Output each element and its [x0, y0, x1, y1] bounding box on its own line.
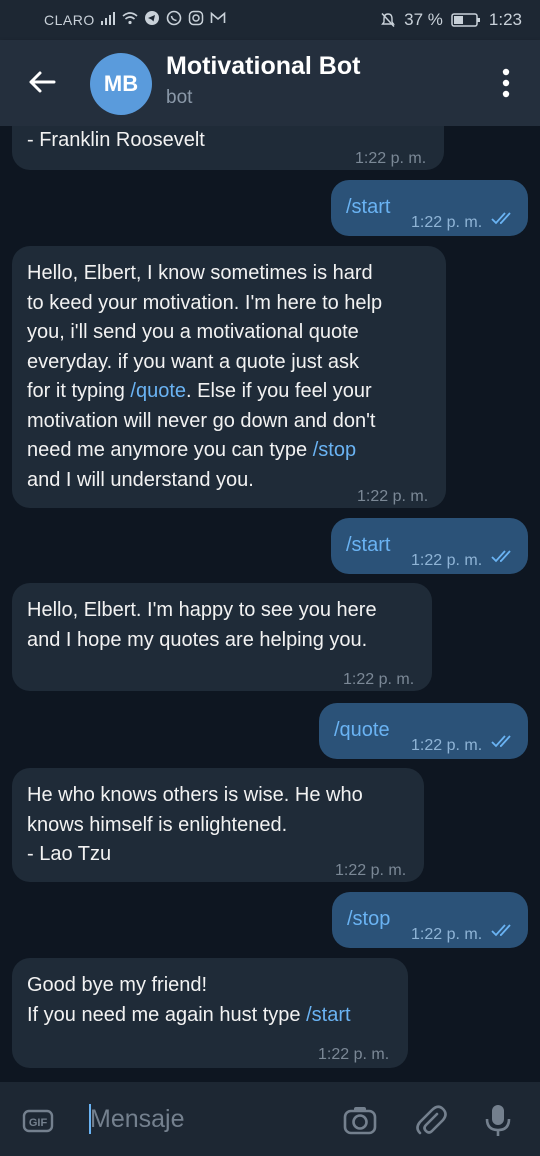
command-link-quote[interactable]: /quote: [130, 380, 186, 402]
message-time: 1:22 p. m.: [411, 552, 483, 569]
text-span: If you need me again hust type: [27, 1003, 307, 1026]
message-list[interactable]: - Franklin Roosevelt 1:22 p. m. /start 1…: [0, 126, 540, 1082]
message-time: 1:22 p. m.: [411, 737, 483, 754]
message-text[interactable]: /start: [346, 193, 390, 223]
microphone-icon[interactable]: [480, 1102, 516, 1138]
message-time: 1:22 p. m.: [355, 150, 427, 167]
svg-text:GIF: GIF: [29, 1117, 48, 1129]
whatsapp-icon: [166, 10, 182, 26]
gmail-icon: [210, 11, 226, 23]
text-line: He who knows others is wise. He who: [27, 784, 363, 806]
clock: 1:23: [488, 10, 522, 29]
text-span: for it typing: [27, 380, 131, 402]
status-right: 37 % 1:23: [380, 10, 522, 30]
message-text: Hello, Elbert, I know sometimes is hard …: [27, 259, 382, 495]
text-line: need me anymore you can type /stop: [27, 436, 382, 466]
command-link-stop[interactable]: /stop: [313, 439, 356, 461]
chat-header: MB Motivational Bot bot: [0, 40, 540, 126]
message-input-bar: GIF Mensaje: [0, 1082, 540, 1156]
carrier-label: CLARO: [44, 12, 95, 28]
message-outgoing[interactable]: /quote 1:22 p. m.: [319, 703, 528, 759]
gif-icon[interactable]: GIF: [20, 1103, 56, 1139]
status-left-icons: [100, 10, 226, 26]
text-line: for it typing /quote. Else if you feel y…: [27, 377, 382, 407]
message-incoming[interactable]: He who knows others is wise. He who know…: [12, 768, 424, 882]
text-line: Hello, Elbert, I know sometimes is hard: [27, 262, 373, 284]
message-incoming[interactable]: - Franklin Roosevelt 1:22 p. m.: [12, 126, 444, 170]
text-line: and I hope my quotes are helping you.: [27, 628, 368, 651]
battery-icon: [451, 13, 480, 27]
message-time: 1:22 p. m.: [335, 862, 407, 879]
back-arrow-icon[interactable]: [26, 66, 58, 98]
message-text[interactable]: /stop: [347, 905, 390, 935]
telegram-icon: [145, 11, 159, 25]
attach-icon[interactable]: [412, 1102, 448, 1138]
message-text[interactable]: /quote: [334, 716, 390, 746]
text-line: you, i'll send you a motivational quote: [27, 321, 359, 343]
text-line: everyday. if you want a quote just ask: [27, 350, 360, 373]
chat-title[interactable]: Motivational Bot: [166, 52, 360, 81]
message-incoming[interactable]: Hello, Elbert. I'm happy to see you here…: [12, 583, 432, 691]
text-line: motivation will never go down and don't: [27, 409, 376, 432]
message-outgoing[interactable]: /start 1:22 p. m.: [331, 518, 528, 574]
instagram-icon: [188, 10, 204, 26]
text-span: need me anymore you can type: [27, 439, 313, 461]
text-line: knows himself is enlightened.: [27, 813, 288, 836]
text-line: - Lao Tzu: [27, 843, 112, 865]
battery-percent: 37 %: [404, 10, 443, 29]
message-input[interactable]: Mensaje: [90, 1105, 185, 1134]
message-incoming[interactable]: Hello, Elbert, I know sometimes is hard …: [12, 246, 446, 508]
status-bar: CLARO 37 % 1:23: [0, 0, 540, 40]
avatar[interactable]: MB: [90, 53, 152, 115]
command-link-start[interactable]: /start: [306, 1004, 350, 1026]
text-line: to keed your motivation. I'm here to hel…: [27, 291, 383, 314]
message-time: 1:22 p. m.: [411, 214, 483, 231]
message-time: 1:22 p. m.: [357, 488, 429, 505]
camera-icon[interactable]: [342, 1102, 378, 1138]
message-text: He who knows others is wise. He who know…: [27, 781, 363, 870]
message-time: 1:22 p. m.: [343, 671, 415, 688]
text-span: . Else if you feel your: [186, 380, 372, 402]
more-vertical-icon[interactable]: [502, 68, 510, 98]
message-incoming[interactable]: Good bye my friend! If you need me again…: [12, 958, 408, 1068]
wifi-icon: [122, 12, 138, 25]
double-check-icon: [491, 735, 511, 748]
double-check-icon: [491, 212, 511, 225]
double-check-icon: [491, 924, 511, 937]
message-outgoing[interactable]: /start 1:22 p. m.: [331, 180, 528, 236]
message-outgoing[interactable]: /stop 1:22 p. m.: [332, 892, 528, 948]
message-text[interactable]: /start: [346, 531, 390, 561]
message-time: 1:22 p. m.: [411, 926, 483, 943]
text-line: and I will understand you.: [27, 468, 254, 491]
message-text: - Franklin Roosevelt: [27, 129, 205, 151]
message-time: 1:22 p. m.: [318, 1046, 390, 1063]
signal-icon: [101, 12, 115, 25]
message-text: Good bye my friend! If you need me again…: [27, 971, 351, 1030]
text-line: Good bye my friend!: [27, 974, 208, 996]
message-text: Hello, Elbert. I'm happy to see you here…: [27, 596, 377, 655]
mute-icon: [381, 12, 396, 28]
chat-subtitle: bot: [166, 87, 193, 108]
text-line: Hello, Elbert. I'm happy to see you here: [27, 599, 377, 621]
double-check-icon: [491, 550, 511, 563]
text-line: If you need me again hust type /start: [27, 1001, 351, 1031]
